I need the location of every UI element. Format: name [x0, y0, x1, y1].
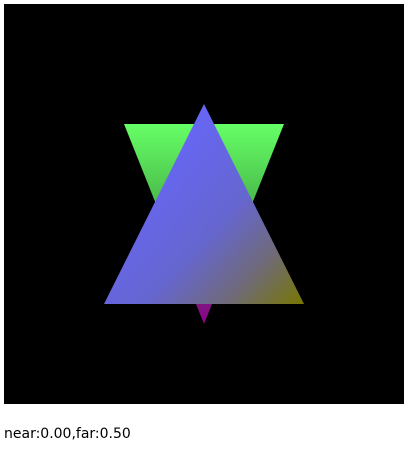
canvas-drawing: [104, 104, 304, 324]
near-far-readout: near:0.00,far:0.50: [4, 426, 131, 442]
webgl-canvas: [4, 4, 404, 404]
